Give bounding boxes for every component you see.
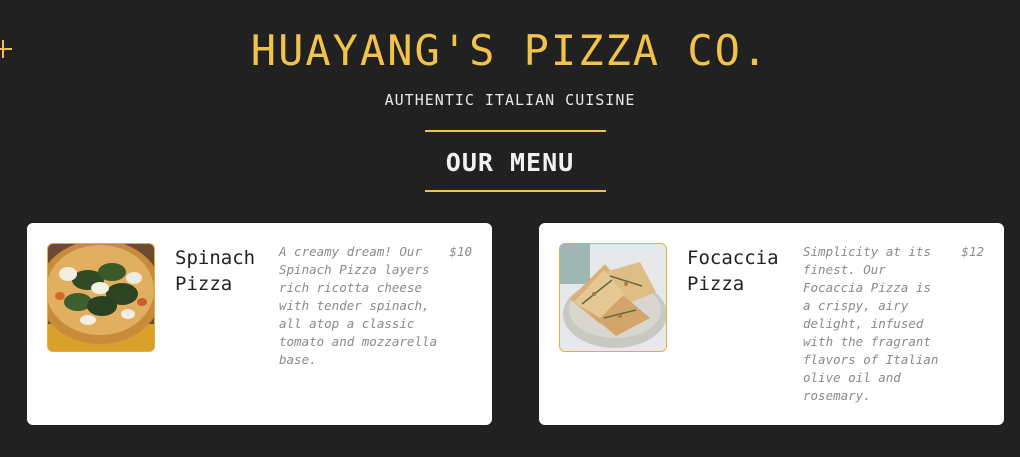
spinach-pizza-image	[47, 243, 155, 352]
heading-rule-bottom	[425, 190, 606, 192]
focaccia-pizza-photo-icon	[560, 244, 666, 351]
heading-rule-top	[425, 130, 606, 132]
brand-title: HUAYANG'S PIZZA CO.	[250, 26, 770, 75]
menu-item-price: $12	[961, 244, 984, 259]
focaccia-pizza-image	[559, 243, 667, 352]
menu-item-description: A creamy dream! Our Spinach Pizza layers…	[279, 244, 438, 367]
menu-item-description: Simplicity at its finest. Our Focaccia P…	[803, 244, 939, 403]
menu-item-name: Focaccia Pizza	[687, 247, 779, 295]
menu-item-name: Spinach Pizza	[175, 247, 256, 295]
menu-item-price: $10	[449, 244, 472, 259]
menu-heading: OUR MENU	[445, 148, 575, 177]
spinach-pizza-photo-icon	[48, 244, 154, 351]
tagline: AUTHENTIC ITALIAN CUISINE	[384, 91, 636, 109]
menu-item-card[interactable]: Focaccia Pizza Simplicity at its finest.…	[539, 223, 1004, 425]
menu-item-card[interactable]: Spinach Pizza A creamy dream! Our Spinac…	[27, 223, 492, 425]
